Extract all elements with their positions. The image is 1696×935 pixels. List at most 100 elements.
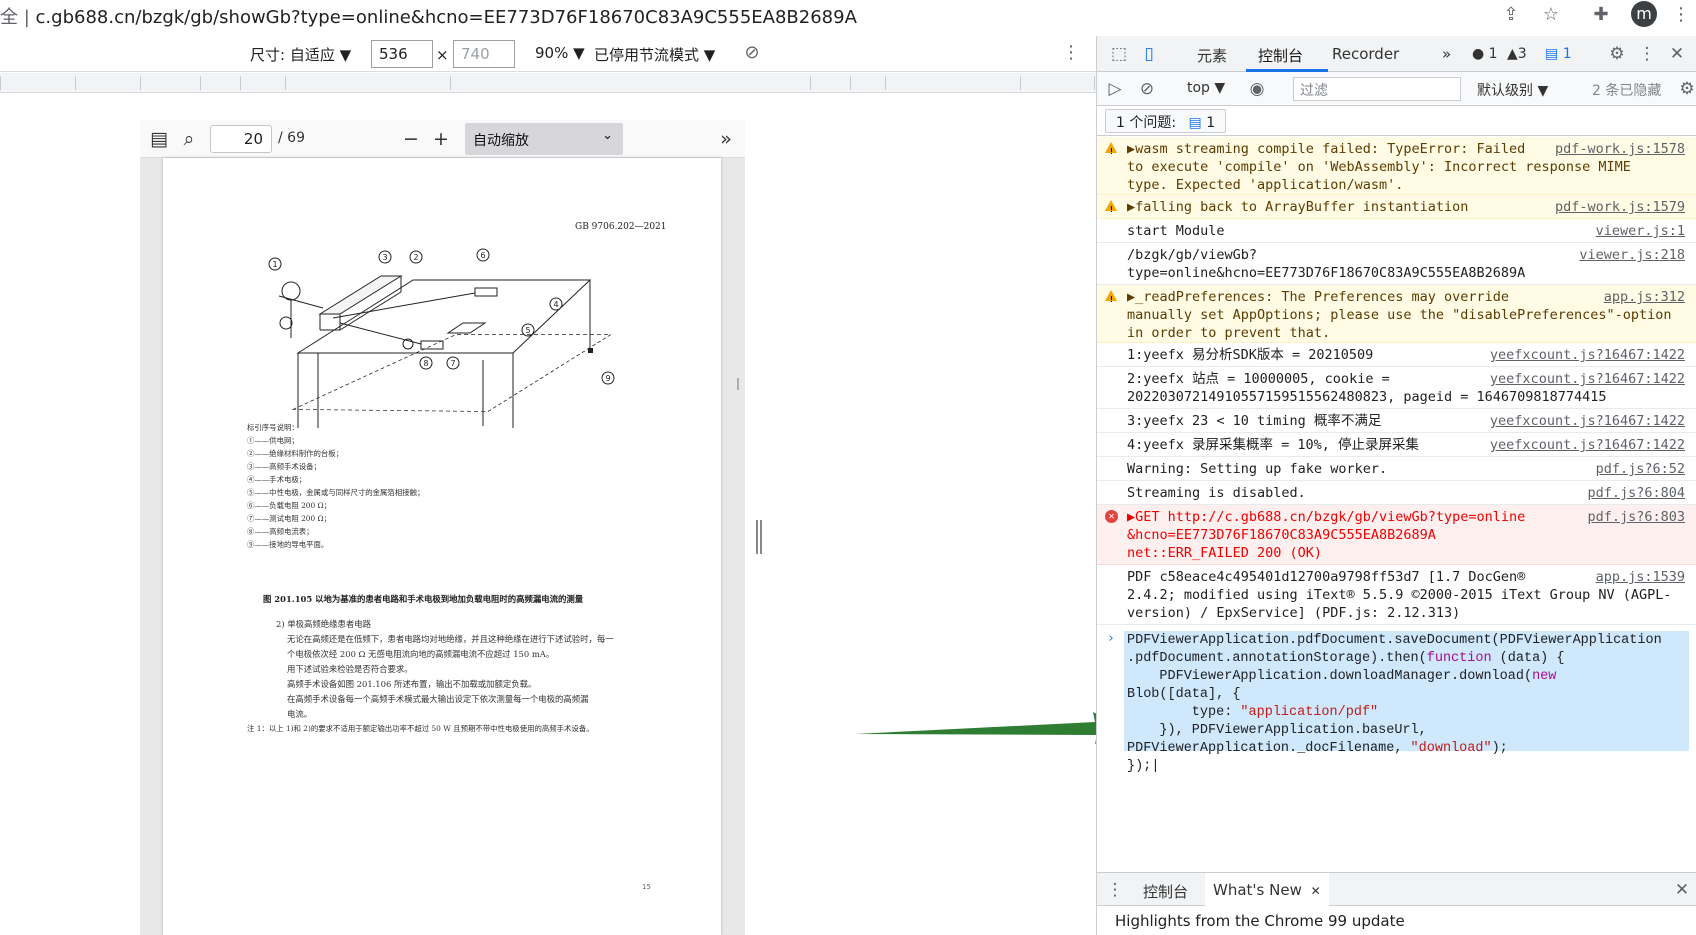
- log-source-link[interactable]: yeefxcount.js?16467:1422: [1490, 346, 1685, 364]
- log-entry[interactable]: 4:yeefx 录屏采集概率 = 10%, 停止录屏采集 yeefxcount.…: [1097, 433, 1696, 457]
- warning-counter[interactable]: ▲3: [1507, 46, 1527, 62]
- log-message: 3:yeefx 23 < 10 timing 概率不满足: [1127, 413, 1382, 429]
- tab-elements[interactable]: 元素: [1197, 45, 1227, 66]
- log-source-link[interactable]: yeefxcount.js?16467:1422: [1490, 370, 1685, 388]
- log-source-link[interactable]: pdf.js?6:52: [1596, 460, 1685, 478]
- warning-icon: [1105, 142, 1117, 161]
- error-count: 1: [1488, 46, 1498, 62]
- log-source-link[interactable]: pdf.js?6:804: [1587, 484, 1685, 502]
- console-filter-bar: ▷ ⊘ top ▼ ◉ 过滤 默认级别 ▼ 2 条已隐藏 ⚙: [1097, 72, 1696, 106]
- log-entry[interactable]: 2:yeefx 站点 = 10000005, cookie = 20220307…: [1097, 367, 1696, 409]
- body-line: 个电极依次经 200 Ω 无感电阻流向地的高频漏电流不应超过 150 mA。: [287, 649, 555, 659]
- log-source-link[interactable]: yeefxcount.js?16467:1422: [1490, 412, 1685, 430]
- sidebar-panel-icon[interactable]: ▷: [1105, 79, 1125, 99]
- viewport-resize-handle[interactable]: [756, 520, 762, 554]
- log-source-link[interactable]: pdf-work.js:1578: [1555, 140, 1685, 158]
- log-entry[interactable]: ▶falling back to ArrayBuffer instantiati…: [1097, 195, 1696, 219]
- log-source-link[interactable]: pdf-work.js:1579: [1555, 198, 1685, 216]
- log-entry[interactable]: /bzgk/gb/viewGb? type=online&hcno=EE773D…: [1097, 243, 1696, 285]
- log-level-select[interactable]: 默认级别 ▼: [1477, 80, 1548, 100]
- media-query-ruler[interactable]: [0, 73, 1096, 93]
- log-source-link[interactable]: app.js:1539: [1596, 568, 1685, 586]
- devtools-panel: ⬚ ▯ 元素 控制台 Recorder » ● 1 ▲3 ▤ 1 ⚙ ⋮ ✕ ▷…: [1096, 36, 1696, 935]
- width-input[interactable]: 536: [371, 40, 433, 68]
- tab-more[interactable]: »: [1442, 45, 1451, 63]
- log-entry[interactable]: Streaming is disabled. pdf.js?6:804: [1097, 481, 1696, 505]
- log-entry[interactable]: PDF c58eace4c495401d12700a9798ff53d7 [1.…: [1097, 565, 1696, 625]
- bookmark-star-icon[interactable]: ☆: [1540, 4, 1562, 26]
- warning-count: 3: [1517, 46, 1527, 62]
- console-code[interactable]: PDFViewerApplication.pdfDocument.saveDoc…: [1127, 632, 1662, 776]
- issues-button[interactable]: 1 个问题: ▤ 1: [1105, 109, 1227, 133]
- url-display[interactable]: 全 | c.gb688.cn/bzgk/gb/showGb?type=onlin…: [0, 3, 857, 29]
- devtools-tab-bar: ⬚ ▯ 元素 控制台 Recorder » ● 1 ▲3 ▤ 1 ⚙ ⋮ ✕: [1097, 36, 1696, 72]
- pdf-zoom-select[interactable]: 自动缩放 ⌄: [465, 123, 623, 155]
- log-entry[interactable]: start Module viewer.js:1: [1097, 219, 1696, 243]
- drawer-tab-whats-new[interactable]: What's New ✕: [1205, 873, 1329, 906]
- message-counter[interactable]: ▤ 1: [1545, 46, 1572, 62]
- throttle-select[interactable]: 已停用节流模式 ▼: [594, 44, 715, 65]
- close-drawer-icon[interactable]: ✕: [1672, 880, 1692, 900]
- figure-label: 1: [272, 260, 277, 269]
- log-message: ▶wasm streaming compile failed: TypeErro…: [1127, 141, 1631, 193]
- log-entry[interactable]: 3:yeefx 23 < 10 timing 概率不满足 yeefxcount.…: [1097, 409, 1696, 433]
- profile-avatar[interactable]: m: [1631, 1, 1657, 27]
- body-line: 用下述试验来检验是否符合要求。: [287, 664, 413, 674]
- zoom-select[interactable]: 90% ▼: [535, 44, 585, 62]
- whats-new-highlight[interactable]: Highlights from the Chrome 99 update: [1115, 912, 1405, 930]
- error-counter[interactable]: ● 1: [1472, 46, 1498, 62]
- zoom-in-icon[interactable]: +: [430, 128, 452, 150]
- height-input[interactable]: 740: [453, 40, 515, 68]
- issue-icon: ▤: [1188, 115, 1202, 131]
- drawer-menu-icon[interactable]: ⋮: [1105, 880, 1125, 900]
- console-input[interactable]: › PDFViewerApplication.pdfDocument.saveD…: [1097, 625, 1696, 775]
- url-prefix: 全 |: [0, 7, 30, 28]
- console-settings-icon[interactable]: ⚙: [1677, 79, 1696, 99]
- close-devtools-icon[interactable]: ✕: [1667, 44, 1687, 64]
- tab-recorder[interactable]: Recorder: [1332, 45, 1399, 63]
- tools-double-chevron-icon[interactable]: »: [715, 128, 737, 150]
- message-count: 1: [1562, 46, 1572, 62]
- inspect-element-icon[interactable]: ⬚: [1109, 44, 1129, 64]
- pdf-scrollbar-thumb[interactable]: [737, 378, 739, 390]
- log-entry[interactable]: 1:yeefx 易分析SDK版本 = 20210509 yeefxcount.j…: [1097, 343, 1696, 367]
- device-toolbar: 尺寸: 自适应 ▼ 536 × 740 90% ▼ 已停用节流模式 ▼ ⊘ ⋮: [0, 36, 1096, 72]
- figure-label: 2: [413, 253, 418, 262]
- log-source-link[interactable]: app.js:312: [1604, 288, 1685, 306]
- log-entry[interactable]: ✕ ▶GET http://c.gb688.cn/bzgk/gb/viewGb?…: [1097, 505, 1696, 565]
- drawer-tab-console[interactable]: 控制台: [1143, 881, 1188, 902]
- context-select[interactable]: top ▼: [1187, 80, 1225, 96]
- console-filter-input[interactable]: 过滤: [1293, 77, 1461, 101]
- live-expression-eye-icon[interactable]: ◉: [1247, 79, 1267, 99]
- log-source-link[interactable]: yeefxcount.js?16467:1422: [1490, 436, 1685, 454]
- log-message: start Module: [1127, 223, 1225, 239]
- log-entry[interactable]: Warning: Setting up fake worker. pdf.js?…: [1097, 457, 1696, 481]
- clear-console-icon[interactable]: ⊘: [1137, 79, 1157, 99]
- log-source-link[interactable]: viewer.js:218: [1579, 246, 1685, 264]
- sidebar-toggle-icon[interactable]: ▤: [148, 128, 170, 150]
- log-message: 1:yeefx 易分析SDK版本 = 20210509: [1127, 347, 1374, 363]
- log-entry[interactable]: ▶_readPreferences: The Preferences may o…: [1097, 285, 1696, 343]
- log-entry[interactable]: ▶wasm streaming compile failed: TypeErro…: [1097, 137, 1696, 195]
- legend-item: ①——供电网；: [247, 436, 299, 445]
- extensions-puzzle-icon[interactable]: ✚: [1590, 4, 1612, 26]
- tab-console[interactable]: 控制台: [1258, 45, 1303, 66]
- search-icon[interactable]: ⌕: [178, 128, 200, 150]
- legend-item: ⑥——负载电阻 200 Ω；: [247, 501, 332, 510]
- log-source-link[interactable]: viewer.js:1: [1596, 222, 1685, 240]
- dimensions-select[interactable]: 尺寸: 自适应 ▼: [250, 44, 351, 65]
- log-source-link[interactable]: pdf.js?6:803: [1587, 508, 1685, 526]
- legend-item: ②——绝缘材料制作的台板；: [247, 449, 344, 458]
- settings-gear-icon[interactable]: ⚙: [1607, 44, 1627, 64]
- devtools-menu-icon[interactable]: ⋮: [1637, 44, 1657, 64]
- close-tab-icon[interactable]: ✕: [1311, 884, 1321, 898]
- page-number-input[interactable]: 20: [210, 125, 272, 153]
- times-sign: ×: [436, 46, 449, 64]
- device-more-icon[interactable]: ⋮: [1060, 42, 1082, 64]
- device-toggle-icon[interactable]: ▯: [1139, 44, 1159, 64]
- menu-kebab-icon[interactable]: ⋮: [1670, 4, 1692, 26]
- warning-icon: [1105, 290, 1117, 309]
- share-icon[interactable]: ⇪: [1500, 4, 1522, 26]
- zoom-out-icon[interactable]: −: [400, 128, 422, 150]
- rotate-icon[interactable]: ⊘: [741, 42, 763, 64]
